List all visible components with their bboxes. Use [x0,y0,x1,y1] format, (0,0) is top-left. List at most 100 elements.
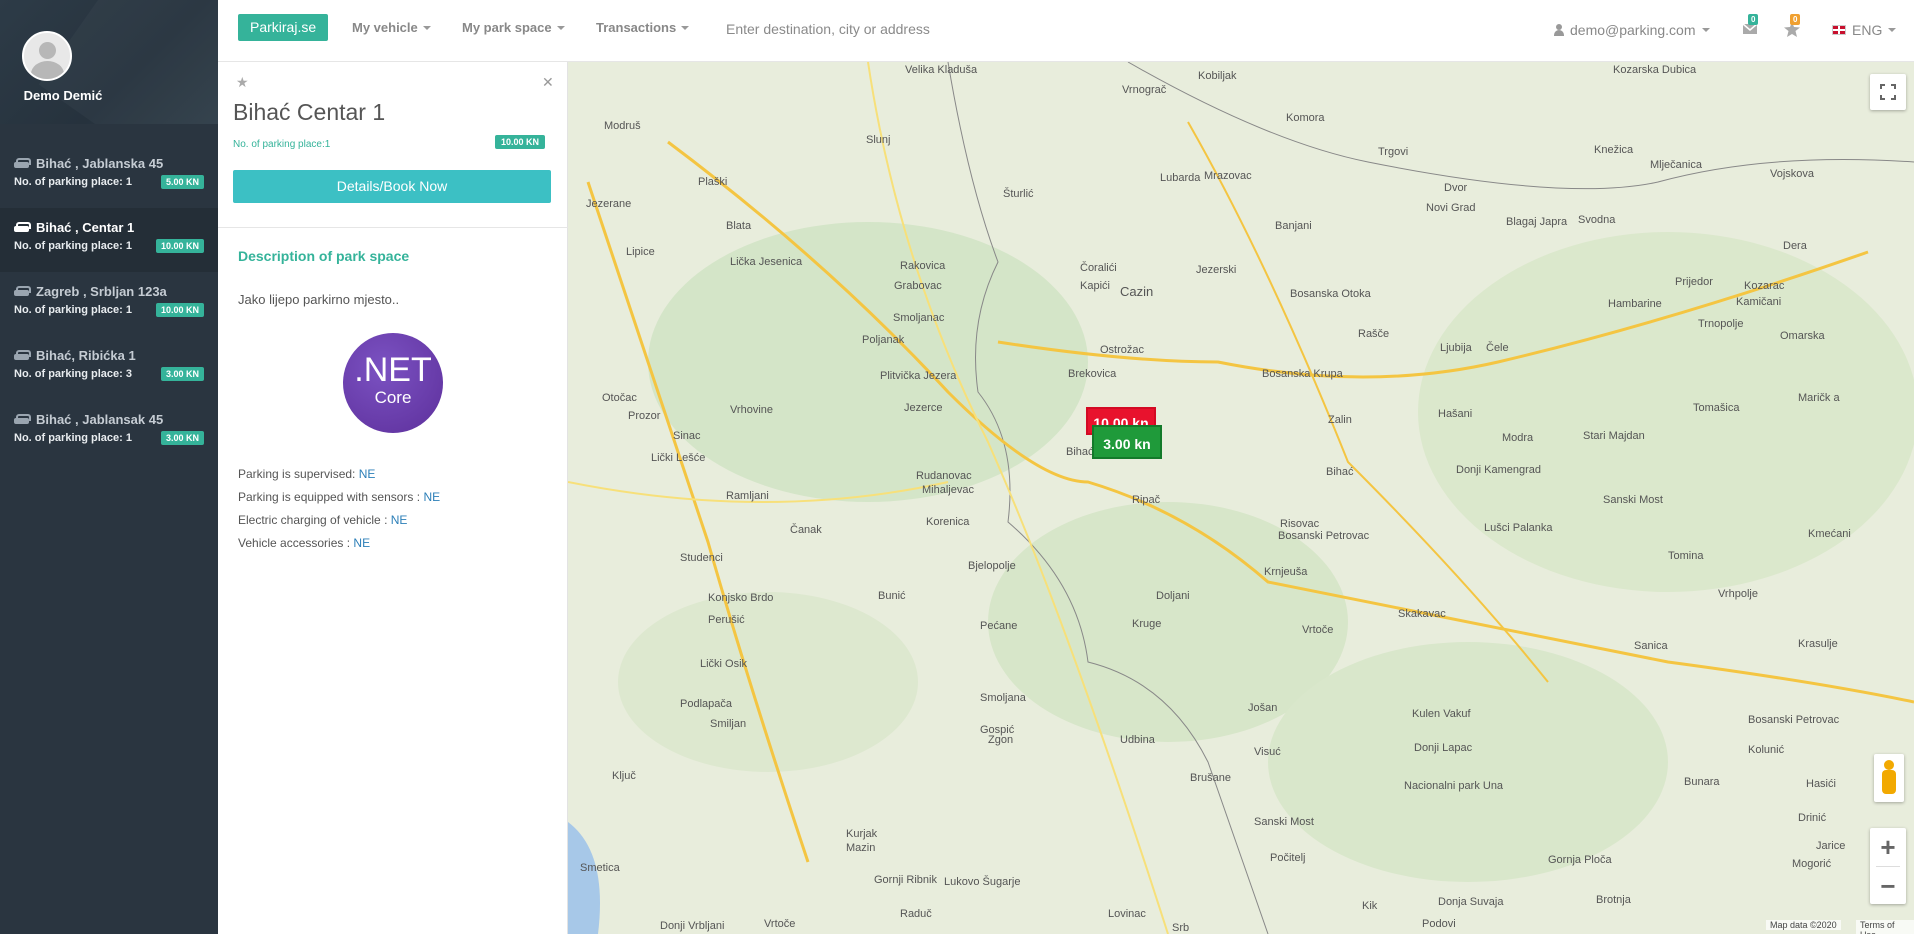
chevron-down-icon [1701,28,1710,32]
map-place-label: Podovi [1422,918,1456,930]
map-place-label: Brušane [1190,772,1231,784]
map-place-label: Ripač [1132,494,1161,506]
map-place-label: Gornja Ploča [1548,854,1612,866]
sidebar-item-parking[interactable]: Bihać , Centar 1 No. of parking place: 1… [0,208,218,272]
fullscreen-button[interactable] [1870,74,1906,110]
map-place-label: Gornji Ribnik [874,874,937,886]
map-place-label: Brekovica [1068,368,1117,380]
map-place-label: Stari Majdan [1583,430,1645,442]
feature-label: Parking is equipped with sensors : [238,490,421,504]
feature-label: Electric charging of vehicle : [238,513,388,527]
sidebar-item-title: Bihać , Jablansak 45 [36,412,164,427]
map-place-label: Tomašica [1693,402,1740,414]
map-place-label: Velika Kladuša [905,64,978,76]
feature-label: Vehicle accessories : [238,536,351,550]
map-place-label: Drinić [1798,812,1827,824]
dotnet-core-logo: .NET Core [343,333,443,433]
favorites-count-badge: 0 [1790,14,1801,25]
map-place-label: Vrnograč [1122,84,1167,96]
transactions-label: Transactions [596,20,677,35]
messages-button[interactable]: 0 [1742,14,1760,40]
street-view-pegman[interactable] [1874,754,1904,802]
logo-text: .NET [354,351,432,389]
description-text: Jako lijepo parkirno mjesto.. [238,292,400,307]
map-place-label: Smetica [580,862,620,874]
map-place-label: Šturlić [1003,188,1034,200]
profile-section: Demo Demić [0,0,218,124]
map-place-label: Hambarine [1608,298,1662,310]
close-icon[interactable]: ✕ [542,74,554,91]
zoom-controls: + − [1870,828,1906,904]
zoom-in-button[interactable]: + [1870,828,1906,866]
map-place-label: Plitvička Jezera [880,370,957,382]
map-place-label: Korenica [926,516,970,528]
map-place-label: Perušić [708,614,745,626]
my-vehicle-label: My vehicle [352,20,418,35]
sidebar-item-count: No. of parking place: 1 [14,176,132,188]
transactions-menu[interactable]: Transactions [596,20,690,35]
map-place-label: Bosanska Otoka [1290,288,1371,300]
map-view[interactable]: Velika Kladuša Vrnograč Kobiljak Komora … [568,62,1914,934]
map-place-label: Konjsko Brdo [708,592,774,604]
map-terrain [568,62,1914,934]
map-place-label: Visuć [1254,746,1281,758]
my-park-space-menu[interactable]: My park space [462,20,565,35]
parking-price-marker[interactable]: 3.00 kn [1092,425,1162,459]
map-place-label: Sanski Most [1254,816,1314,828]
map-place-label: Pećane [980,620,1018,632]
feature-value: NE [353,536,371,550]
chevron-down-icon [1888,28,1897,32]
price-badge: 10.00 KN [495,135,546,149]
user-menu[interactable]: demo@parking.com [1554,22,1710,38]
map-place-label: Sinac [673,430,701,442]
sidebar-item-parking[interactable]: Bihać, Ribićka 1 No. of parking place: 3… [0,336,218,400]
map-place-label: Donja Suvaja [1438,896,1504,908]
favorites-button[interactable]: 0 [1784,14,1802,40]
feature-electric-charging: Electric charging of vehicle : NE [238,513,407,527]
map-place-label: Kamičani [1736,296,1782,308]
terms-of-use-link[interactable]: Terms of Use [1856,920,1914,934]
language-menu[interactable]: ENG [1832,22,1897,38]
map-place-label: Donji Vrbljani [660,920,725,932]
map-place-label: Lukovo Šugarje [944,876,1021,888]
map-place-label: Mlječanica [1650,159,1702,171]
map-place-label: Zalin [1328,414,1352,426]
map-place-label: Trgovi [1378,146,1409,158]
zoom-out-button[interactable]: − [1870,867,1906,905]
map-place-label: Krasulje [1798,638,1838,650]
feature-value: NE [390,513,408,527]
map-place-label: Bosanski Petrovac [1748,714,1840,726]
destination-search-input[interactable] [726,16,1126,42]
avatar[interactable] [22,31,72,81]
brand-button[interactable]: Parkiraj.se [238,14,329,41]
details-book-button[interactable]: Details/Book Now [233,170,551,203]
sidebar-item-parking[interactable]: Bihać , Jablansak 45 No. of parking plac… [0,400,218,464]
map-place-label: Vrtoče [1302,624,1334,636]
sidebar-item-parking[interactable]: Zagreb , Srbljan 123a No. of parking pla… [0,272,218,336]
my-vehicle-menu[interactable]: My vehicle [352,20,431,35]
sidebar-item-title: Bihać , Centar 1 [36,220,135,235]
map-place-label: Čanak [790,524,822,536]
price-badge: 10.00 KN [155,239,204,253]
map-place-label: Bihać [1066,446,1094,458]
sidebar-item-title: Bihać , Jablanska 45 [36,156,164,171]
top-navbar: Parkiraj.se My vehicle My park space Tra… [218,0,1914,62]
map-place-label: Rakovica [900,260,946,272]
map-place-label: Zgon [988,734,1014,746]
sidebar-item-title: Zagreb , Srbljan 123a [36,284,167,299]
feature-value: NE [358,467,376,481]
favorite-star-icon[interactable]: ★ [236,74,249,91]
map-place-label: Ramljani [726,490,769,502]
language-label: ENG [1852,22,1883,38]
sidebar-item-parking[interactable]: Bihać , Jablanska 45 No. of parking plac… [0,144,218,208]
map-place-label: Banjani [1275,220,1312,232]
map-place-label: Dvor [1444,182,1468,194]
map-place-label: Bunić [878,590,906,602]
pegman-icon [1884,760,1894,770]
map-place-label: Kozarac [1744,280,1785,292]
map-place-label: Otočac [602,392,637,404]
map-place-label: Omarska [1780,330,1825,342]
map-place-label: Blata [726,220,752,232]
feature-value: NE [423,490,441,504]
user-icon [1554,24,1564,36]
